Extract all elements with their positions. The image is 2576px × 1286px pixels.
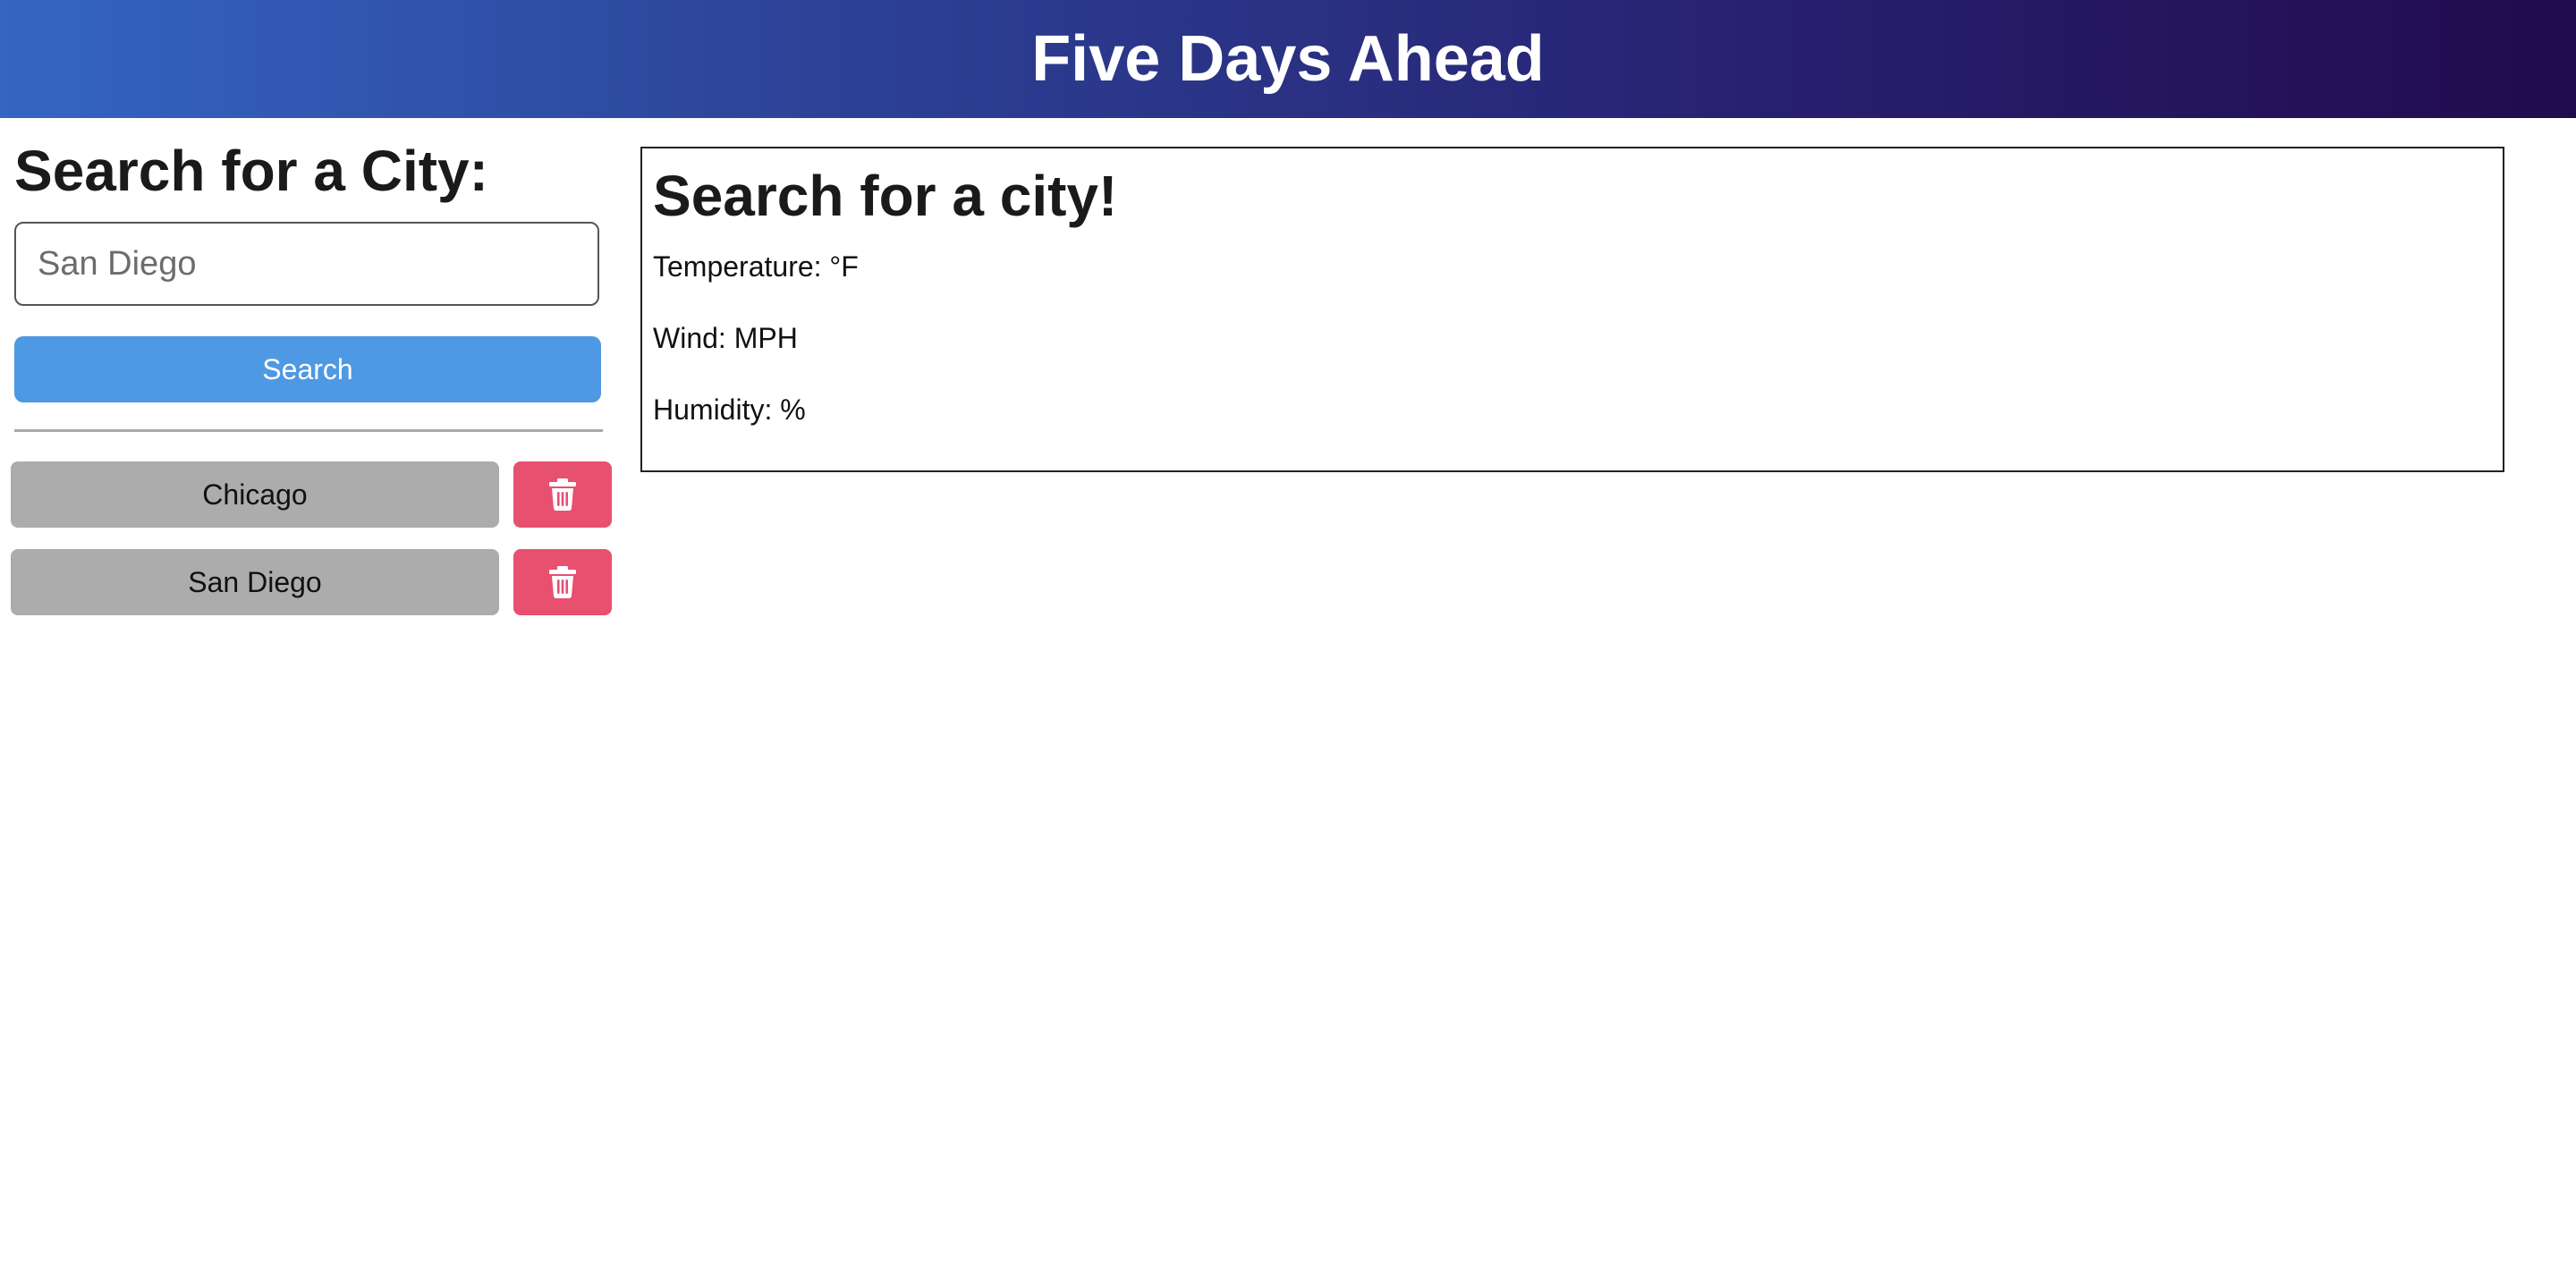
history-city-button[interactable]: San Diego	[11, 549, 499, 615]
app-page: Five Days Ahead Search for a City: Searc…	[0, 0, 2576, 1286]
app-header: Five Days Ahead	[0, 0, 2576, 118]
search-sidebar: Search for a City: Search Chicago	[0, 118, 626, 1281]
humidity-text: Humidity: %	[653, 393, 806, 426]
search-button[interactable]: Search	[14, 336, 601, 402]
history-city-button[interactable]: Chicago	[11, 461, 499, 528]
current-city-heading: Search for a city!	[653, 164, 1118, 228]
delete-history-button[interactable]	[513, 549, 612, 615]
trash-icon	[549, 478, 576, 511]
history-item-chicago: Chicago	[11, 461, 612, 528]
divider	[14, 429, 603, 432]
temperature-text: Temperature: °F	[653, 250, 859, 283]
app-title: Five Days Ahead	[1031, 23, 1545, 95]
wind-text: Wind: MPH	[653, 322, 798, 354]
trash-icon	[549, 566, 576, 598]
city-search-input[interactable]	[14, 222, 599, 306]
history-item-san-diego: San Diego	[11, 549, 612, 615]
current-weather-card: Search for a city! Temperature: °F Wind:…	[640, 147, 2504, 472]
search-heading: Search for a City:	[14, 139, 488, 203]
delete-history-button[interactable]	[513, 461, 612, 528]
